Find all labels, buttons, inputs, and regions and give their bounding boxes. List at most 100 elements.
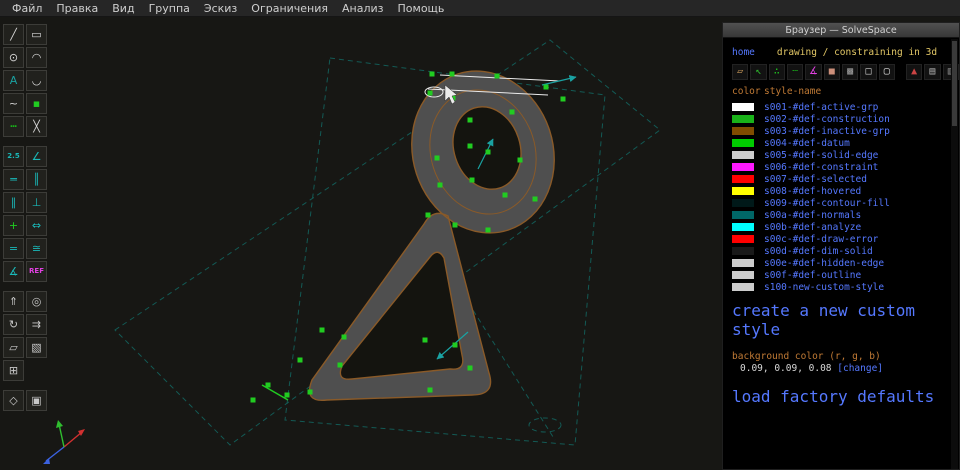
show-construction-icon[interactable]: ┄ bbox=[786, 63, 804, 80]
reference-tool-icon[interactable]: REF bbox=[26, 261, 47, 282]
bezier-tool-icon[interactable]: ~ bbox=[3, 93, 24, 114]
panel-titlebar[interactable]: Браузер — SolveSpace bbox=[723, 23, 959, 38]
menu-sketch[interactable]: Эскиз bbox=[197, 1, 244, 16]
tangent-arc-tool-icon[interactable]: ◡ bbox=[26, 70, 47, 91]
style-link[interactable]: s008-#def-hovered bbox=[764, 186, 861, 197]
point-marker[interactable] bbox=[427, 90, 433, 96]
style-link[interactable]: s002-#def-construction bbox=[764, 114, 890, 125]
style-link[interactable]: s005-#def-solid-edge bbox=[764, 150, 878, 161]
symmetric-tool-icon[interactable]: ⇔ bbox=[26, 215, 47, 236]
point-marker[interactable] bbox=[467, 117, 473, 123]
style-color-swatch[interactable] bbox=[732, 103, 754, 111]
point-marker[interactable] bbox=[502, 192, 508, 198]
point-marker[interactable] bbox=[509, 109, 515, 115]
show-outlines-icon[interactable]: ▢ bbox=[878, 63, 895, 80]
point-marker[interactable] bbox=[467, 365, 473, 371]
point-marker[interactable] bbox=[437, 182, 443, 188]
style-color-swatch[interactable] bbox=[732, 127, 754, 135]
datum-point-tool-icon[interactable]: ▪ bbox=[26, 93, 47, 114]
extrude-tool-icon[interactable]: ⇑ bbox=[3, 291, 24, 312]
point-marker[interactable] bbox=[532, 196, 538, 202]
circle-tool-icon[interactable]: ⊙ bbox=[3, 47, 24, 68]
style-link[interactable]: s00d-#def-dim-solid bbox=[764, 246, 873, 257]
background-change-link[interactable]: [change] bbox=[837, 363, 883, 374]
style-color-swatch[interactable] bbox=[732, 175, 754, 183]
style-color-swatch[interactable] bbox=[732, 283, 754, 291]
menu-analyze[interactable]: Анализ bbox=[335, 1, 391, 16]
style-color-swatch[interactable] bbox=[732, 259, 754, 267]
point-marker[interactable] bbox=[543, 84, 549, 90]
style-color-swatch[interactable] bbox=[732, 235, 754, 243]
style-link[interactable]: s00b-#def-analyze bbox=[764, 222, 861, 233]
point-marker[interactable] bbox=[494, 73, 500, 79]
angle-tool-icon[interactable]: ∠ bbox=[26, 146, 47, 167]
style-link[interactable]: s004-#def-datum bbox=[764, 138, 850, 149]
step-rotate-tool-icon[interactable]: ↻ bbox=[3, 314, 24, 335]
style-link[interactable]: s100-new-custom-style bbox=[764, 282, 884, 293]
point-marker[interactable] bbox=[434, 155, 440, 161]
show-faces-icon[interactable]: ■ bbox=[823, 63, 840, 80]
show-shaded-icon[interactable]: ▩ bbox=[841, 63, 859, 80]
split-curves-tool-icon[interactable]: ╳ bbox=[26, 116, 47, 137]
style-link[interactable]: s006-#def-constraint bbox=[764, 162, 878, 173]
point-marker[interactable] bbox=[425, 212, 431, 218]
style-link[interactable]: s00a-#def-normals bbox=[764, 210, 861, 221]
show-mesh-icon[interactable]: ▲ bbox=[905, 63, 923, 80]
point-marker[interactable] bbox=[517, 157, 523, 163]
onto-workplane-tool-icon[interactable]: ▣ bbox=[26, 390, 47, 411]
toggle-construction-tool-icon[interactable]: ┅ bbox=[3, 116, 24, 137]
other-angle-tool-icon[interactable]: ∡ bbox=[3, 261, 24, 282]
horizontal-tool-icon[interactable]: ═ bbox=[3, 169, 24, 190]
link-assemble-tool-icon[interactable]: ⊞ bbox=[3, 360, 24, 381]
style-color-swatch[interactable] bbox=[732, 199, 754, 207]
show-hidden-lines-icon[interactable]: ▤ bbox=[924, 63, 941, 80]
style-link[interactable]: s009-#def-contour-fill bbox=[764, 198, 890, 209]
scrollbar-thumb[interactable] bbox=[952, 41, 957, 126]
panel-scrollbar[interactable] bbox=[951, 39, 958, 469]
parallel-tool-icon[interactable]: ∥ bbox=[3, 192, 24, 213]
style-color-swatch[interactable] bbox=[732, 247, 754, 255]
point-marker[interactable] bbox=[319, 327, 325, 333]
create-custom-style-link[interactable]: create a new custom style bbox=[732, 301, 915, 339]
menu-file[interactable]: Файл bbox=[5, 1, 49, 16]
point-marker[interactable] bbox=[337, 362, 343, 368]
point-marker[interactable] bbox=[427, 387, 433, 393]
load-factory-defaults-link[interactable]: load factory defaults bbox=[732, 387, 934, 406]
same-orientation-tool-icon[interactable]: ≅ bbox=[26, 238, 47, 259]
style-color-swatch[interactable] bbox=[732, 139, 754, 147]
line-segment-tool-icon[interactable]: ╱ bbox=[3, 24, 24, 45]
style-link[interactable]: s00e-#def-hidden-edge bbox=[764, 258, 884, 269]
point-marker[interactable] bbox=[250, 397, 256, 403]
point-marker[interactable] bbox=[485, 227, 491, 233]
perpendicular-tool-icon[interactable]: ⊥ bbox=[26, 192, 47, 213]
equal-tool-icon[interactable]: = bbox=[3, 238, 24, 259]
menu-view[interactable]: Вид bbox=[105, 1, 141, 16]
point-marker[interactable] bbox=[307, 389, 313, 395]
menu-edit[interactable]: Правка bbox=[49, 1, 105, 16]
style-color-swatch[interactable] bbox=[732, 211, 754, 219]
style-link[interactable]: s003-#def-inactive-grp bbox=[764, 126, 890, 137]
rectangle-tool-icon[interactable]: ▭ bbox=[26, 24, 47, 45]
style-link[interactable]: s001-#def-active-grp bbox=[764, 102, 878, 113]
show-workplanes-icon[interactable]: ▱ bbox=[732, 63, 749, 80]
style-color-swatch[interactable] bbox=[732, 187, 754, 195]
point-marker[interactable] bbox=[452, 222, 458, 228]
ttf-text-tool-icon[interactable]: A bbox=[3, 70, 24, 91]
point-marker[interactable] bbox=[429, 71, 435, 77]
point-marker[interactable] bbox=[467, 143, 473, 149]
sketch-in-workplane-tool-icon[interactable]: ▱ bbox=[3, 337, 24, 358]
style-color-swatch[interactable] bbox=[732, 271, 754, 279]
show-points-icon[interactable]: ∴ bbox=[768, 63, 785, 80]
point-on-line-tool-icon[interactable]: + bbox=[3, 215, 24, 236]
step-translate-tool-icon[interactable]: ⇉ bbox=[26, 314, 47, 335]
point-marker[interactable] bbox=[469, 177, 475, 183]
menu-help[interactable]: Помощь bbox=[391, 1, 452, 16]
point-marker[interactable] bbox=[485, 149, 491, 155]
style-color-swatch[interactable] bbox=[732, 151, 754, 159]
style-link[interactable]: s00f-#def-outline bbox=[764, 270, 861, 281]
show-constraints-icon[interactable]: ∡ bbox=[805, 63, 822, 80]
distance-tool-icon[interactable]: 2.5 bbox=[3, 146, 24, 167]
home-link[interactable]: home bbox=[732, 47, 755, 58]
vertical-tool-icon[interactable]: ║ bbox=[26, 169, 47, 190]
arc-tool-icon[interactable]: ◠ bbox=[26, 47, 47, 68]
